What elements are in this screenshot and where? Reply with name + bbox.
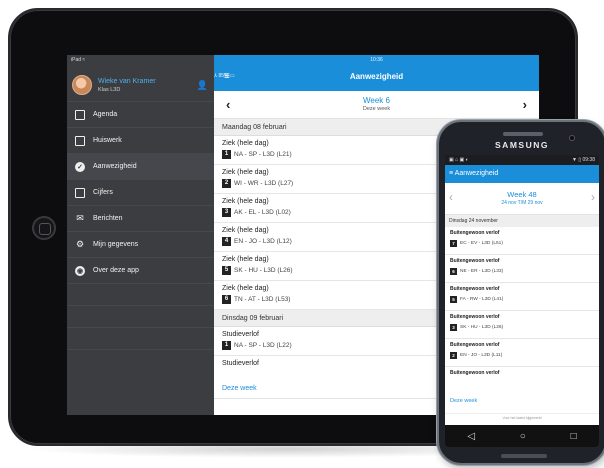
lesson-text: TN - AT - L3D (L53) [234, 296, 291, 303]
sidebar-item-huiswerk[interactable]: Huiswerk [67, 127, 214, 153]
mail-icon: ✉ [76, 213, 84, 223]
phone-device: SAMSUNG ▣ ⌂ ▣ ◐ ▼ ▯ 09:38 ≡ Aanwezigheid… [437, 120, 604, 465]
grades-icon [75, 187, 85, 198]
page-title: Aanwezigheid [349, 72, 404, 81]
sidebar-item-label: Mijn gegevens [93, 241, 139, 248]
chevron-right-icon[interactable]: › [591, 190, 595, 204]
lesson-text: NA - SP - L3D (L22) [234, 342, 292, 349]
week-subtitle: 24 nov T/M 29 nov [501, 200, 543, 206]
sidebar-item-label: Cijfers [93, 189, 113, 196]
sidebar-item-label: Agenda [93, 111, 118, 118]
entry-reason: Buitengewoon verlof [450, 258, 500, 264]
home-icon[interactable]: ○ [520, 431, 526, 442]
this-week-link[interactable]: Deze week [450, 398, 477, 404]
page-title: Aanwezigheid [454, 170, 499, 177]
lesson-text: AK - EL - L3D (L02) [234, 209, 291, 216]
list-item[interactable]: Buitengewoon verlof 7 EC - EV - L3D (L51) [445, 227, 599, 255]
sidebar-item-berichten[interactable]: ✉ Berichten [67, 205, 214, 231]
phone-bottom-bar [501, 454, 547, 458]
edit-icon [75, 135, 85, 146]
home-button[interactable] [32, 216, 56, 240]
phone-screen: ▣ ⌂ ▣ ◐ ▼ ▯ 09:38 ≡ Aanwezigheid ‹ Week … [445, 155, 599, 425]
app-bar: 10:36 ⅄ 85% ▭ ≡ Aanwezigheid [214, 55, 539, 91]
hour-badge: 2 [222, 179, 231, 188]
last-updated: Voor het laatst bijgewerkt [445, 413, 599, 420]
hour-badge: 3 [450, 324, 457, 331]
recents-icon[interactable]: □ [571, 431, 577, 442]
lesson-text: EN - JO - L3D (L11) [460, 353, 503, 358]
user-name: Wieke van Kramer [98, 77, 156, 85]
hour-badge: 7 [450, 240, 457, 247]
hour-badge: 2 [450, 352, 457, 359]
sidebar: iPad ≈ Wieke van Kramer Klas L3D 👤 Agend… [67, 55, 214, 415]
entry-reason: Buitengewoon verlof [450, 230, 500, 236]
week-title: Week 6 [363, 96, 390, 105]
sidebar-divider [67, 283, 214, 305]
list-item[interactable]: Buitengewoon verlof 6 NE - ER - L3D (L33) [445, 255, 599, 283]
avatar [72, 75, 92, 95]
hour-badge: 1 [222, 150, 231, 159]
week-navigator: ‹ Week 6 Deze week › [214, 91, 539, 119]
entry-reason: Buitengewoon verlof [450, 342, 500, 348]
hour-badge: 6 [450, 268, 457, 275]
lesson-text: SK - HU - L3D (L26) [234, 267, 293, 274]
phone-brand: SAMSUNG [495, 140, 549, 150]
globe-icon: ◉ [75, 265, 85, 276]
switch-user-icon[interactable]: 👤 [197, 80, 208, 91]
entry-reason: Buitengewoon verlof [450, 286, 500, 292]
lesson-text: EN - JO - L3D (L12) [234, 238, 292, 245]
status-time: 10:36 [370, 57, 383, 63]
user-profile[interactable]: Wieke van Kramer Klas L3D 👤 [67, 65, 214, 101]
sidebar-item-cijfers[interactable]: Cijfers [67, 179, 214, 205]
phone-status-bar: ▣ ⌂ ▣ ◐ ▼ ▯ 09:38 [445, 155, 599, 165]
hour-badge: 1 [222, 341, 231, 350]
hour-badge: 5 [222, 266, 231, 275]
list-item[interactable]: Buitengewoon verlof 5 FA - RW - L3D (L41) [445, 283, 599, 311]
week-navigator: ‹ Week 48 24 nov T/M 29 nov › [445, 183, 599, 215]
hour-badge: 4 [222, 237, 231, 246]
week-title: Week 48 [507, 190, 537, 199]
sidebar-divider [67, 349, 214, 371]
hour-badge: 5 [450, 296, 457, 303]
sidebar-item-label: Over deze app [93, 267, 139, 274]
list-item[interactable]: Buitengewoon verlof 3 SK - HU - L3D (L26) [445, 311, 599, 339]
status-bar-left: iPad ≈ [71, 57, 86, 63]
sidebar-item-agenda[interactable]: Agenda [67, 101, 214, 127]
this-week-link[interactable]: Deze week [222, 385, 257, 392]
phone-speaker [503, 132, 543, 136]
lesson-text: NE - ER - L3D (L33) [460, 269, 504, 274]
calendar-icon [75, 109, 85, 120]
lesson-text: FA - RW - L3D (L41) [460, 297, 504, 302]
sidebar-item-over-deze-app[interactable]: ◉ Over deze app [67, 257, 214, 283]
list-item[interactable]: Buitengewoon verlof 2 EN - JO - L3D (L11) [445, 339, 599, 367]
week-subtitle: Deze week [362, 106, 391, 112]
hour-badge: 6 [222, 295, 231, 304]
sidebar-divider [67, 327, 214, 349]
check-circle-icon: ✓ [75, 161, 85, 172]
back-icon[interactable]: ◁ [467, 431, 475, 442]
gear-icon: ⚙ [75, 239, 85, 249]
list-item[interactable]: Buitengewoon verlof [445, 367, 599, 381]
phone-app-bar[interactable]: ≡ Aanwezigheid [445, 165, 599, 183]
status-icons-left: ▣ ⌂ ▣ ◐ [449, 157, 469, 163]
hour-badge: 3 [222, 208, 231, 217]
sidebar-item-aanwezigheid[interactable]: ✓ Aanwezigheid [67, 153, 214, 179]
day-header: Dinsdag 24 november [445, 215, 599, 227]
lesson-text: SK - HU - L3D (L26) [460, 325, 504, 330]
status-icons-right: ▼ ▯ 09:38 [572, 157, 595, 163]
user-class: Klas L3D [98, 86, 121, 93]
entry-reason: Buitengewoon verlof [450, 370, 500, 376]
lesson-text: WI - WR - L3D (L27) [234, 180, 294, 187]
sidebar-item-label: Berichten [93, 215, 123, 222]
phone-nav-bar: ◁ ○ □ [445, 425, 599, 447]
sidebar-divider [67, 305, 214, 327]
chevron-right-icon[interactable]: › [523, 97, 527, 112]
sidebar-item-label: Huiswerk [93, 137, 122, 144]
entry-reason: Buitengewoon verlof [450, 314, 500, 320]
sidebar-item-mijn-gegevens[interactable]: ⚙ Mijn gegevens [67, 231, 214, 257]
sidebar-item-label: Aanwezigheid [93, 163, 137, 170]
lesson-text: EC - EV - L3D (L51) [460, 241, 503, 246]
lesson-text: NA - SP - L3D (L21) [234, 151, 292, 158]
